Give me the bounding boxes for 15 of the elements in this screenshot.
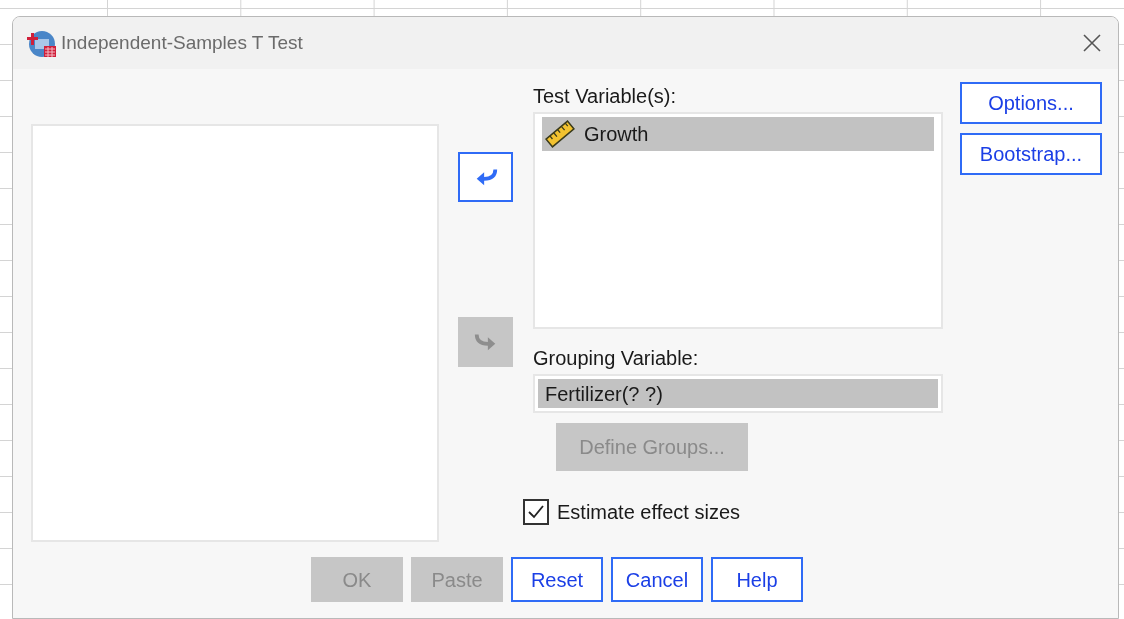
checkbox-label: Estimate effect sizes bbox=[557, 500, 741, 525]
window-title: Independent-Samples T Test bbox=[61, 30, 303, 55]
grouping-variable-label: Grouping Variable: bbox=[533, 347, 700, 370]
dialog-button[interactable]: Options... bbox=[960, 82, 1102, 124]
ruler-icon bbox=[544, 120, 576, 148]
dialog-button[interactable]: Cancel bbox=[611, 557, 703, 602]
move-button[interactable] bbox=[458, 152, 513, 202]
test-variables-label: Test Variable(s): bbox=[533, 85, 677, 108]
variable-item[interactable]: Growth bbox=[542, 117, 934, 151]
checkbox[interactable] bbox=[523, 499, 549, 525]
dialog-button[interactable]: Bootstrap... bbox=[960, 133, 1102, 175]
grouping-variable-field[interactable]: Fertilizer(? ?) bbox=[533, 374, 943, 413]
dialog-button[interactable]: Help bbox=[711, 557, 803, 602]
test-variables-list[interactable]: Growth bbox=[533, 112, 943, 329]
dialog-button[interactable]: Reset bbox=[511, 557, 603, 602]
